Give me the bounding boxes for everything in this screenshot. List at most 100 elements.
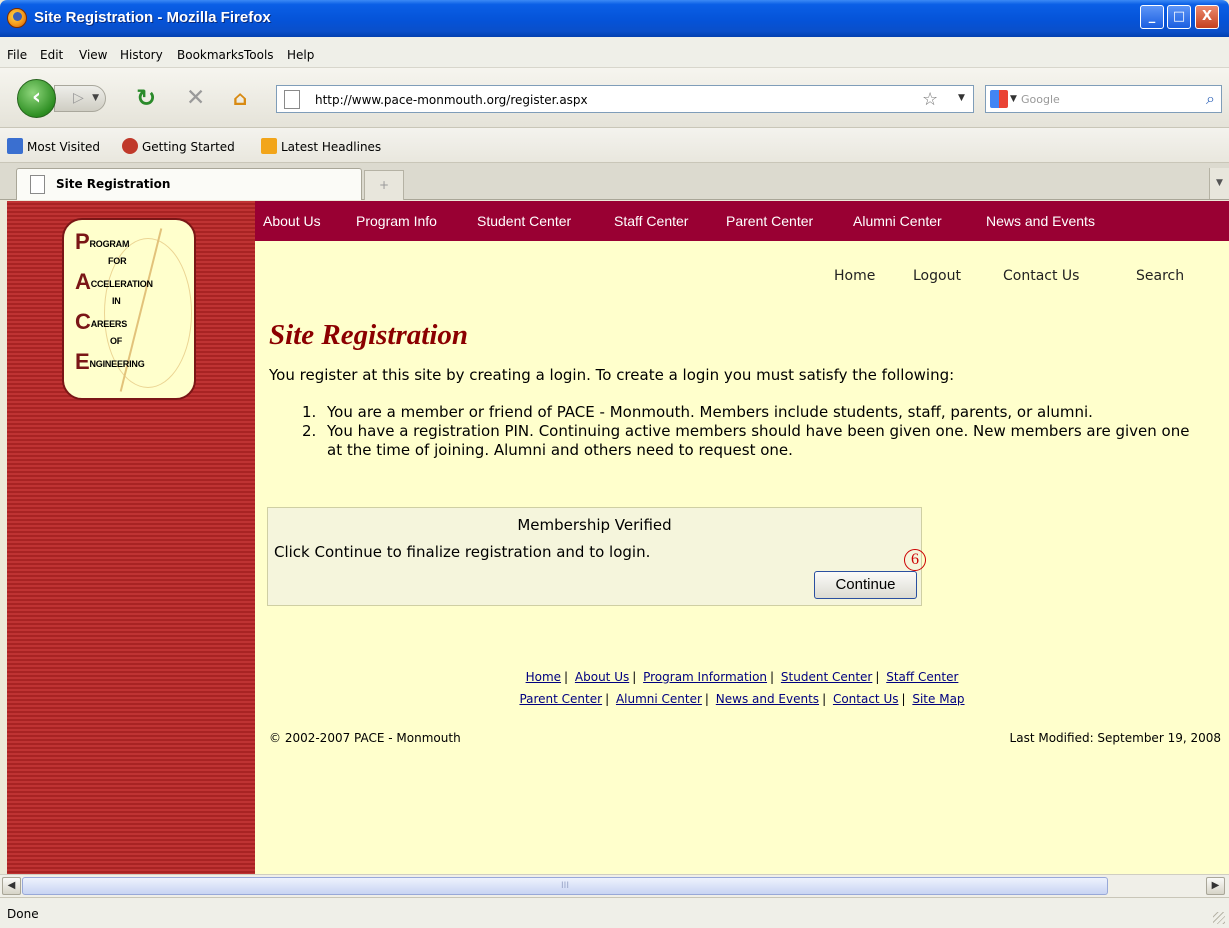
last-modified-text: Last Modified: September 19, 2008	[1009, 731, 1221, 745]
separator: |	[605, 692, 610, 706]
separator: |	[564, 670, 569, 684]
nav-program-info[interactable]: Program Info	[356, 213, 437, 229]
separator: |	[822, 692, 827, 706]
separator: |	[875, 670, 880, 684]
footer-link-news-and-events[interactable]: News and Events	[716, 692, 819, 706]
left-sidebar: PROGRAM FOR ACCELERATION IN CAREERS OF E…	[7, 201, 255, 874]
forward-icon: ▷	[73, 90, 84, 106]
url-bar[interactable]: http://www.pace-monmouth.org/register.as…	[276, 85, 974, 113]
scroll-left-button[interactable]: ◀	[2, 877, 21, 895]
util-home-link[interactable]: Home	[834, 268, 875, 284]
scrollbar-thumb[interactable]: III	[22, 877, 1108, 895]
back-button[interactable]: ‹	[17, 79, 56, 118]
bookmark-star-icon[interactable]: ☆	[922, 89, 938, 110]
page-title: Site Registration	[269, 319, 469, 351]
maximize-button[interactable]: □	[1167, 5, 1191, 29]
logo-line: CAREERS	[75, 309, 128, 334]
footer-link-student-center[interactable]: Student Center	[781, 670, 872, 684]
status-text: Done	[7, 907, 39, 921]
url-text: http://www.pace-monmouth.org/register.as…	[315, 93, 588, 107]
list-all-tabs-button[interactable]: ▼	[1209, 168, 1229, 199]
window-title: Site Registration - Mozilla Firefox	[34, 9, 271, 26]
stop-icon[interactable]: ✕	[186, 87, 205, 110]
footer-link-site-map[interactable]: Site Map	[912, 692, 964, 706]
home-icon[interactable]: ⌂	[233, 87, 247, 109]
search-engine-dropdown-icon[interactable]: ▼	[1010, 94, 1017, 104]
footer-links-row-2: Parent Center | Alumni Center | News and E…	[255, 692, 1229, 706]
separator: |	[901, 692, 906, 706]
footer-link-about-us[interactable]: About Us	[575, 670, 629, 684]
search-bar[interactable]: ▼ Google ⌕	[985, 85, 1222, 113]
forward-button[interactable]: ▷ ▼	[54, 85, 106, 112]
navigation-toolbar: ▷ ▼ ‹ ↻ ✕ ⌂ http://www.pace-monmouth.org/…	[0, 68, 1229, 128]
firefox-icon	[7, 8, 27, 28]
tab-strip: Site Registration + ▼	[0, 163, 1229, 200]
tab-site-registration[interactable]: Site Registration	[16, 168, 362, 200]
footer-link-alumni-center[interactable]: Alumni Center	[616, 692, 702, 706]
menu-history[interactable]: History	[120, 48, 163, 62]
separator: |	[632, 670, 637, 684]
menu-tools[interactable]: Tools	[244, 48, 274, 62]
scroll-right-button[interactable]: ▶	[1206, 877, 1225, 895]
util-contact-us-link[interactable]: Contact Us	[1003, 268, 1079, 284]
membership-verified-panel: Membership Verified Click Continue to fi…	[267, 507, 922, 606]
panel-title: Membership Verified	[517, 516, 672, 534]
footer-link-parent-center[interactable]: Parent Center	[519, 692, 602, 706]
nav-staff-center[interactable]: Staff Center	[614, 213, 688, 229]
logo-line: PROGRAM	[75, 229, 130, 254]
footer-link-contact-us[interactable]: Contact Us	[833, 692, 899, 706]
pace-logo[interactable]: PROGRAM FOR ACCELERATION IN CAREERS OF E…	[62, 218, 196, 400]
menu-help[interactable]: Help	[287, 48, 314, 62]
menu-edit[interactable]: Edit	[40, 48, 63, 62]
separator: |	[770, 670, 775, 684]
menu-file[interactable]: File	[7, 48, 27, 62]
menu-bookmarks[interactable]: Bookmarks	[177, 48, 244, 62]
bookmark-latest-headlines[interactable]: Latest Headlines	[261, 138, 381, 154]
bookmarks-toolbar: Most Visited Getting Started Latest Head…	[0, 128, 1229, 163]
chevron-left-icon: ◀	[7, 880, 16, 891]
logo-line: ENGINEERING	[75, 349, 145, 374]
list-item: 2. You have a registration PIN. Continui…	[302, 422, 1207, 460]
close-button[interactable]: X	[1195, 5, 1219, 29]
list-text: You are a member or friend of PACE - Mon…	[327, 403, 1093, 421]
rss-feed-icon	[261, 138, 277, 154]
tab-label: Site Registration	[56, 177, 171, 191]
copyright-text: © 2002-2007 PACE - Monmouth	[269, 731, 461, 745]
google-icon[interactable]	[990, 90, 1008, 108]
reload-icon[interactable]: ↻	[136, 86, 156, 110]
menu-bar: File Edit View History Bookmarks Tools H…	[0, 37, 1229, 68]
new-tab-button[interactable]: +	[364, 170, 404, 200]
step-marker: 6	[904, 549, 926, 571]
util-logout-link[interactable]: Logout	[913, 268, 961, 284]
util-search-link[interactable]: Search	[1136, 268, 1184, 284]
search-icon[interactable]: ⌕	[1206, 89, 1215, 109]
logo-line: ACCELERATION	[75, 269, 153, 294]
logo-line: IN	[112, 296, 121, 306]
resize-grip-icon[interactable]	[1213, 912, 1225, 924]
nav-about-us[interactable]: About Us	[263, 213, 321, 229]
history-dropdown-icon[interactable]: ▼	[92, 86, 99, 111]
document-icon	[30, 175, 45, 194]
menu-view[interactable]: View	[79, 48, 107, 62]
firefox-bird-icon	[122, 138, 138, 154]
footer-link-home[interactable]: Home	[526, 670, 561, 684]
footer-link-staff-center[interactable]: Staff Center	[886, 670, 958, 684]
minimize-button[interactable]: _	[1140, 5, 1164, 29]
status-bar: Done	[0, 897, 1229, 928]
search-placeholder: Google	[1021, 93, 1060, 106]
site-top-nav: About Us Program Info Student Center Sta…	[255, 201, 1229, 241]
chevron-right-icon: ▶	[1211, 880, 1220, 891]
bookmark-most-visited[interactable]: Most Visited	[7, 138, 100, 154]
nav-parent-center[interactable]: Parent Center	[726, 213, 813, 229]
list-item: 1. You are a member or friend of PACE - …	[302, 403, 1207, 422]
requirements-list: 1. You are a member or friend of PACE - …	[302, 403, 1207, 460]
horizontal-scrollbar[interactable]: ◀ III ▶	[0, 874, 1229, 897]
footer-link-program-information[interactable]: Program Information	[643, 670, 767, 684]
continue-button[interactable]: Continue	[814, 571, 917, 599]
nav-news-and-events[interactable]: News and Events	[986, 213, 1095, 229]
nav-alumni-center[interactable]: Alumni Center	[853, 213, 942, 229]
logo-line: OF	[110, 336, 123, 346]
nav-student-center[interactable]: Student Center	[477, 213, 571, 229]
url-dropdown-icon[interactable]: ▼	[958, 93, 965, 103]
bookmark-getting-started[interactable]: Getting Started	[122, 138, 235, 154]
